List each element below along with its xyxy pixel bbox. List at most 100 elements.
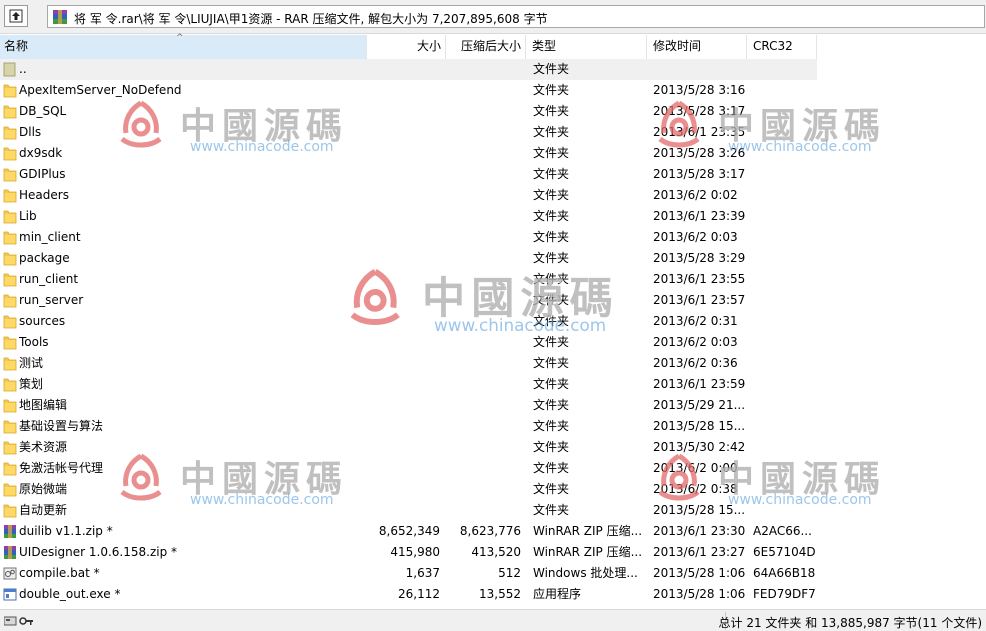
column-header-name[interactable]: 名称 ^ <box>0 33 367 59</box>
table-row[interactable]: GDIPlus 文件夹 2013/5/28 3:17 <box>0 164 986 185</box>
table-row[interactable]: run_server 文件夹 2013/6/1 23:57 <box>0 290 986 311</box>
folder-icon <box>3 356 17 371</box>
table-row[interactable]: compile.bat * 1,637 512 Windows 批处理... 2013/… <box>0 563 986 584</box>
column-header-size[interactable]: 大小 <box>367 35 446 59</box>
row-modified: 2013/6/2 0:31 <box>653 314 738 328</box>
row-size <box>368 290 440 311</box>
up-folder-button[interactable] <box>4 5 28 27</box>
row-type: 文件夹 <box>533 482 570 496</box>
row-crc <box>753 437 815 458</box>
row-modified: 2013/5/28 3:26 <box>653 146 745 160</box>
row-type: 文件夹 <box>533 146 570 160</box>
row-type: 文件夹 <box>533 62 570 76</box>
row-name: ApexItemServer_NoDefend <box>19 83 182 97</box>
table-row[interactable]: duilib v1.1.zip * 8,652,349 8,623,776 WinRA… <box>0 521 986 542</box>
table-row[interactable]: Tools 文件夹 2013/6/2 0:03 <box>0 332 986 353</box>
row-size <box>368 164 440 185</box>
table-row[interactable]: ApexItemServer_NoDefend 文件夹 2013/5/28 3:16 <box>0 80 986 101</box>
row-packed-size <box>448 80 521 101</box>
row-size <box>368 101 440 122</box>
table-row[interactable]: 免激活帐号代理 文件夹 2013/6/2 0:00 <box>0 458 986 479</box>
row-packed-size <box>448 311 521 332</box>
row-type: WinRAR ZIP 压缩... <box>533 545 643 559</box>
table-row[interactable]: min_client 文件夹 2013/6/2 0:03 <box>0 227 986 248</box>
folder-icon <box>3 440 17 455</box>
table-row[interactable]: sources 文件夹 2013/6/2 0:31 <box>0 311 986 332</box>
row-modified: 2013/6/2 0:36 <box>653 356 738 370</box>
row-type: 文件夹 <box>533 188 570 202</box>
table-row[interactable]: run_client 文件夹 2013/6/1 23:55 <box>0 269 986 290</box>
archive-path-field[interactable]: 将 军 令.rar\将 军 令\LIUJIA\甲1资源 - RAR 压缩文件, … <box>47 5 985 28</box>
folder-icon <box>3 272 17 287</box>
row-crc <box>753 332 815 353</box>
row-name: UIDesigner 1.0.6.158.zip * <box>19 545 178 559</box>
row-crc <box>753 374 815 395</box>
row-modified: 2013/6/2 0:02 <box>653 188 738 202</box>
row-modified: 2013/6/2 0:38 <box>653 482 738 496</box>
column-header-type[interactable]: 类型 <box>526 35 647 59</box>
row-size <box>368 59 440 80</box>
row-crc: A2AC66... <box>753 524 812 538</box>
row-modified: 2013/5/29 21... <box>653 398 745 412</box>
column-header-crc[interactable]: CRC32 <box>747 35 817 59</box>
row-crc <box>753 164 815 185</box>
row-type: WinRAR ZIP 压缩... <box>533 524 643 538</box>
folder-icon <box>3 482 17 497</box>
table-row[interactable]: UIDesigner 1.0.6.158.zip * 415,980 413,520… <box>0 542 986 563</box>
table-row[interactable]: package 文件夹 2013/5/28 3:29 <box>0 248 986 269</box>
table-row[interactable]: 自动更新 文件夹 2013/5/28 15... <box>0 500 986 521</box>
table-row[interactable]: 地图编辑 文件夹 2013/5/29 21... <box>0 395 986 416</box>
table-row[interactable]: dx9sdk 文件夹 2013/5/28 3:26 <box>0 143 986 164</box>
table-row[interactable]: DB_SQL 文件夹 2013/5/28 3:17 <box>0 101 986 122</box>
table-row[interactable]: Dlls 文件夹 2013/6/1 23:35 <box>0 122 986 143</box>
row-modified: 2013/5/28 3:17 <box>653 167 745 181</box>
row-name: double_out.exe * <box>19 587 121 601</box>
row-packed-size <box>448 122 521 143</box>
row-name: duilib v1.1.zip * <box>19 524 113 538</box>
row-type: 文件夹 <box>533 335 570 349</box>
row-name: 美术资源 <box>19 440 68 454</box>
row-packed-size <box>448 206 521 227</box>
folder-icon <box>3 104 17 119</box>
table-row[interactable]: double_out.exe * 26,112 13,552 应用程序 2013/5/2… <box>0 584 986 605</box>
table-row[interactable]: Headers 文件夹 2013/6/2 0:02 <box>0 185 986 206</box>
column-header-packed[interactable]: 压缩后大小 <box>446 35 526 59</box>
row-packed-size <box>448 332 521 353</box>
row-name: 基础设置与算法 <box>19 419 104 433</box>
row-modified: 2013/6/1 23:35 <box>653 125 745 139</box>
row-name: sources <box>19 314 66 328</box>
folder-icon <box>3 188 17 203</box>
row-type: 文件夹 <box>533 440 570 454</box>
row-crc <box>753 59 815 80</box>
row-modified: 2013/5/28 15... <box>653 419 745 433</box>
table-row[interactable]: 策划 文件夹 2013/6/1 23:59 <box>0 374 986 395</box>
table-row[interactable]: Lib 文件夹 2013/6/1 23:39 <box>0 206 986 227</box>
archive-path-text: 将 军 令.rar\将 军 令\LIUJIA\甲1资源 - RAR 压缩文件, … <box>74 12 548 26</box>
row-packed-size: 8,623,776 <box>459 524 521 538</box>
row-packed-size <box>448 416 521 437</box>
row-crc <box>753 206 815 227</box>
row-crc <box>753 122 815 143</box>
parent-folder-row[interactable]: .. 文件夹 <box>0 59 817 80</box>
row-crc: 6E57104D <box>753 545 815 559</box>
table-row[interactable]: 测试 文件夹 2013/6/2 0:36 <box>0 353 986 374</box>
table-row[interactable]: 美术资源 文件夹 2013/5/30 2:42 <box>0 437 986 458</box>
row-packed-size <box>448 374 521 395</box>
column-header-modified[interactable]: 修改时间 <box>647 35 747 59</box>
row-type: 文件夹 <box>533 104 570 118</box>
row-name: compile.bat * <box>19 566 100 580</box>
folder-icon <box>3 377 17 392</box>
table-row[interactable]: 原始微端 文件夹 2013/6/2 0:38 <box>0 479 986 500</box>
status-summary: 总计 21 文件夹 和 13,885,987 字节(11 个文件) <box>718 616 983 630</box>
row-size <box>368 185 440 206</box>
zip-archive-icon <box>3 545 17 560</box>
row-name: .. <box>19 62 27 76</box>
row-type: 文件夹 <box>533 356 570 370</box>
table-row[interactable]: 基础设置与算法 文件夹 2013/5/28 15... <box>0 416 986 437</box>
row-modified: 2013/6/1 23:55 <box>653 272 745 286</box>
parent-folder-icon <box>3 62 17 77</box>
row-type: 文件夹 <box>533 125 570 139</box>
column-type-label: 类型 <box>532 39 557 53</box>
row-size <box>368 458 440 479</box>
row-name: Lib <box>19 209 37 223</box>
